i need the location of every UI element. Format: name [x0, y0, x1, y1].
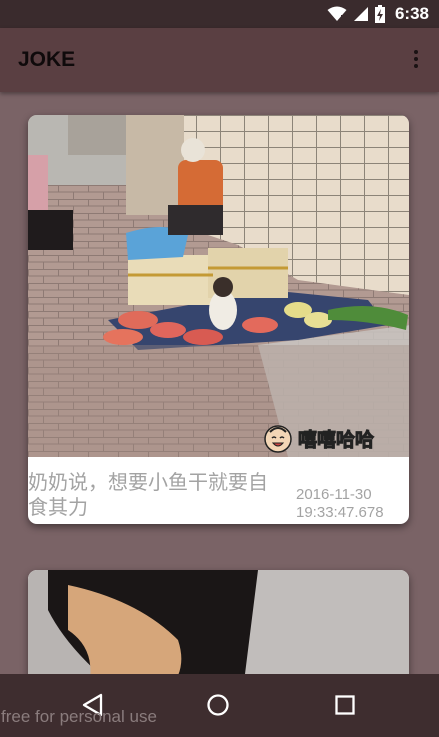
home-icon[interactable] — [201, 688, 235, 722]
footer-note: free for personal use — [1, 707, 157, 726]
joke-card[interactable] — [28, 570, 409, 690]
status-time: 6:38 — [394, 4, 429, 23]
battery-charging-icon — [374, 5, 385, 23]
joke-timestamp: 2016-11-30 19:33:47.678 — [296, 486, 384, 521]
wifi-icon — [327, 6, 347, 21]
status-icons: 6:38 — [327, 4, 429, 24]
joke-caption: 奶奶说，想要小鱼干就要自食其力 — [28, 470, 268, 519]
joke-photo — [28, 570, 409, 690]
cartoon-face-icon — [264, 425, 292, 453]
navigation-bar — [0, 674, 439, 737]
more-vert-icon[interactable] — [413, 50, 419, 70]
app-bar: JOKE — [0, 28, 439, 92]
app-title: JOKE — [18, 48, 76, 71]
cell-signal-icon — [353, 7, 368, 21]
joke-photo — [28, 115, 409, 457]
status-bar: 6:38 — [0, 0, 439, 28]
image-watermark: 嘻嘻哈哈 — [262, 423, 375, 453]
recents-icon[interactable] — [328, 688, 362, 722]
joke-card[interactable]: 嘻嘻哈哈 奶奶说，想要小鱼干就要自食其力 2016-11-30 19:33:47.… — [28, 115, 409, 524]
watermark-text: 嘻嘻哈哈 — [297, 428, 375, 451]
